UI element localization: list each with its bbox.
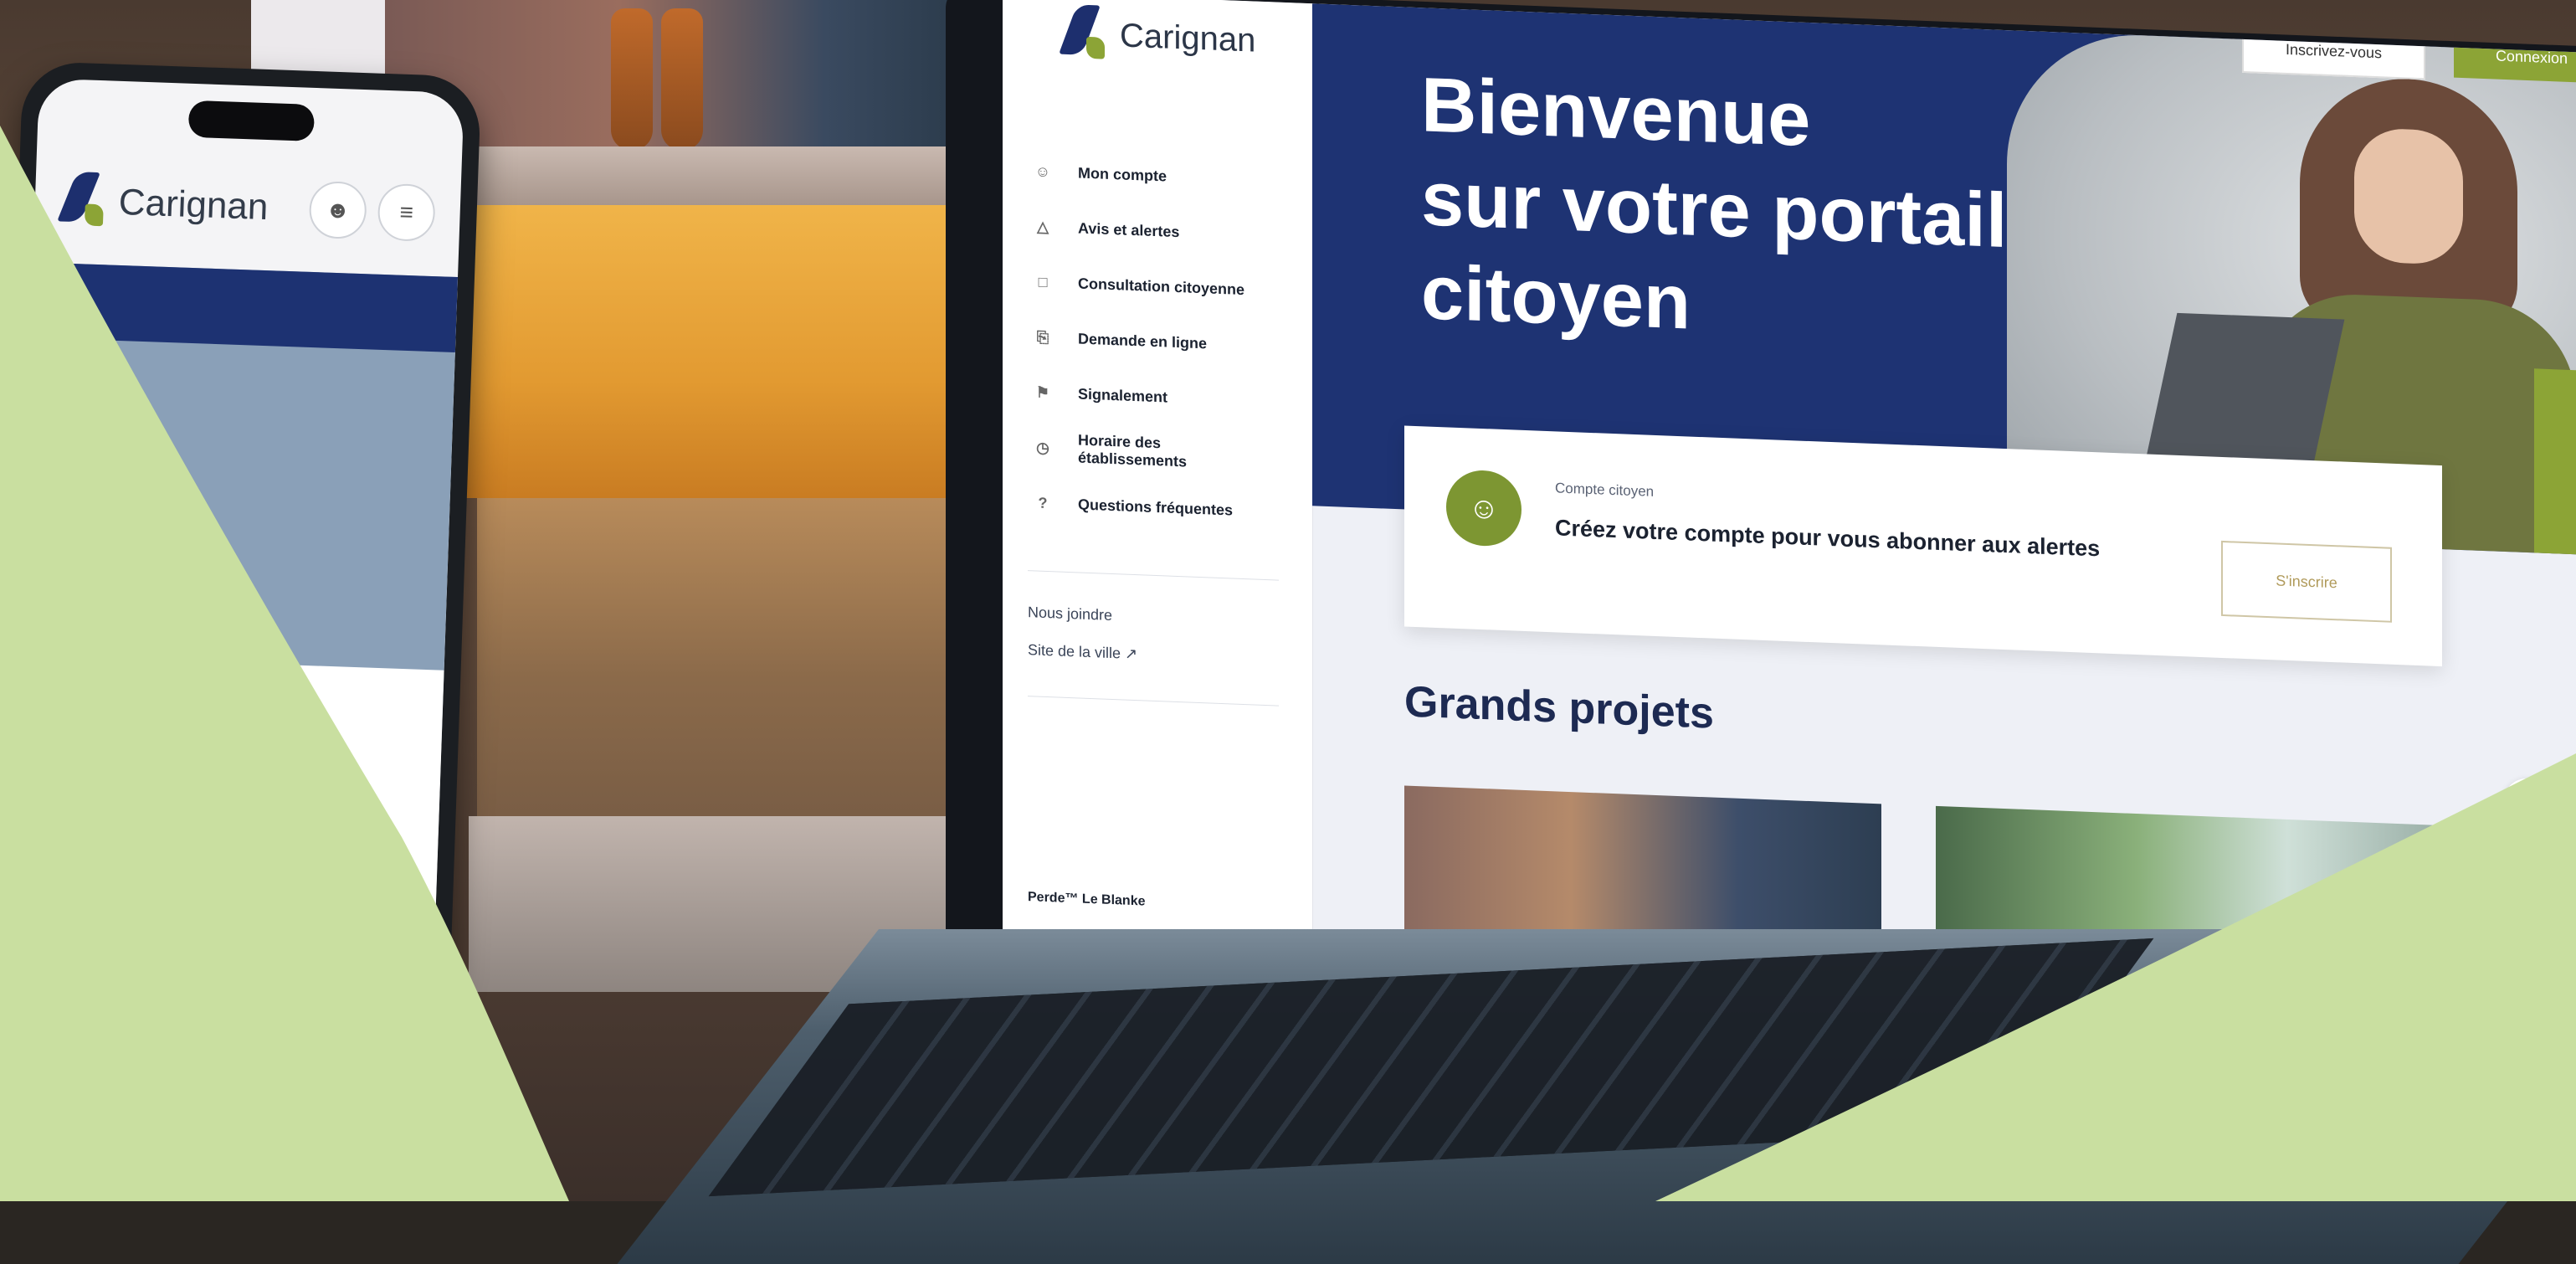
- sidebar-item-label: Avis et alertes: [1078, 218, 1180, 240]
- clock-icon: ◷: [1036, 439, 1049, 456]
- signup-button[interactable]: S'inscrire: [2221, 540, 2392, 623]
- sidebar-item-label: Consultation citoyenne: [1078, 274, 1245, 298]
- divider: [1028, 570, 1279, 581]
- link-nous-joindre[interactable]: Nous joindre: [1028, 604, 1112, 624]
- hero-title: Bienvenue sur votre portail citoyen: [1421, 62, 2008, 346]
- brand-name: Carignan: [1120, 16, 1256, 59]
- user-icon: ☺: [1034, 162, 1051, 180]
- carrot-image: [611, 8, 653, 151]
- register-button[interactable]: Inscrivez-vous: [2241, 22, 2425, 80]
- sidebar-item-consultation[interactable]: □ Consultation citoyenne: [1028, 254, 1296, 319]
- sidebar-item-label: Mon compte: [1078, 163, 1167, 185]
- sidebar-item-label: Signalement: [1078, 384, 1168, 406]
- login-button[interactable]: Connexion: [2453, 30, 2576, 84]
- divider: [1028, 696, 1279, 707]
- green-decor-right: [1655, 753, 2576, 1201]
- sidebar: Carignan ☺ Mon compte △ Avis et alertes …: [1003, 0, 1313, 950]
- green-decor-left: [0, 126, 569, 1201]
- flag-icon: ⚑: [1035, 383, 1050, 401]
- sidebar-item-signalement[interactable]: ⚑ Signalement: [1028, 364, 1296, 429]
- brand-row[interactable]: Carignan: [1059, 4, 1256, 70]
- add-user-icon: ☺: [1446, 469, 1521, 547]
- question-icon: ?: [1038, 494, 1048, 511]
- sidebar-item-avis-alertes[interactable]: △ Avis et alertes: [1028, 198, 1296, 264]
- sidebar-nav: ☺ Mon compte △ Avis et alertes □ Consult…: [1028, 143, 1296, 540]
- document-icon: ⎘: [1036, 328, 1049, 346]
- person-face: [2354, 127, 2463, 266]
- sidebar-footer: Perde™ Le Blanke: [1028, 890, 1146, 909]
- carrot-image: [661, 8, 703, 151]
- green-accent-shape: [2534, 368, 2576, 557]
- sidebar-item-label: Questions fréquentes: [1078, 495, 1234, 519]
- sidebar-item-demande[interactable]: ⎘ Demande en ligne: [1028, 309, 1296, 374]
- sidebar-item-horaire[interactable]: ◷ Horaire des établissements: [1028, 419, 1296, 485]
- sidebar-item-label: Demande en ligne: [1078, 329, 1208, 352]
- cta-title: Créez votre compte pour vous abonner aux…: [1555, 515, 2101, 562]
- section-title: Grands projets: [1404, 677, 1714, 738]
- sidebar-item-label: Horaire des établissements: [1078, 431, 1188, 470]
- cta-eyebrow: Compte citoyen: [1555, 480, 1655, 500]
- chat-icon: □: [1038, 273, 1048, 290]
- carignan-logo-icon: [1059, 4, 1108, 64]
- alert-icon: △: [1037, 218, 1049, 235]
- account-cta-card: ☺ Compte citoyen Créez votre compte pour…: [1404, 425, 2442, 667]
- sidebar-item-mon-compte[interactable]: ☺ Mon compte: [1028, 143, 1296, 208]
- link-site-ville[interactable]: Site de la ville ↗: [1028, 641, 1137, 663]
- sidebar-item-questions[interactable]: ? Questions fréquentes: [1028, 475, 1296, 540]
